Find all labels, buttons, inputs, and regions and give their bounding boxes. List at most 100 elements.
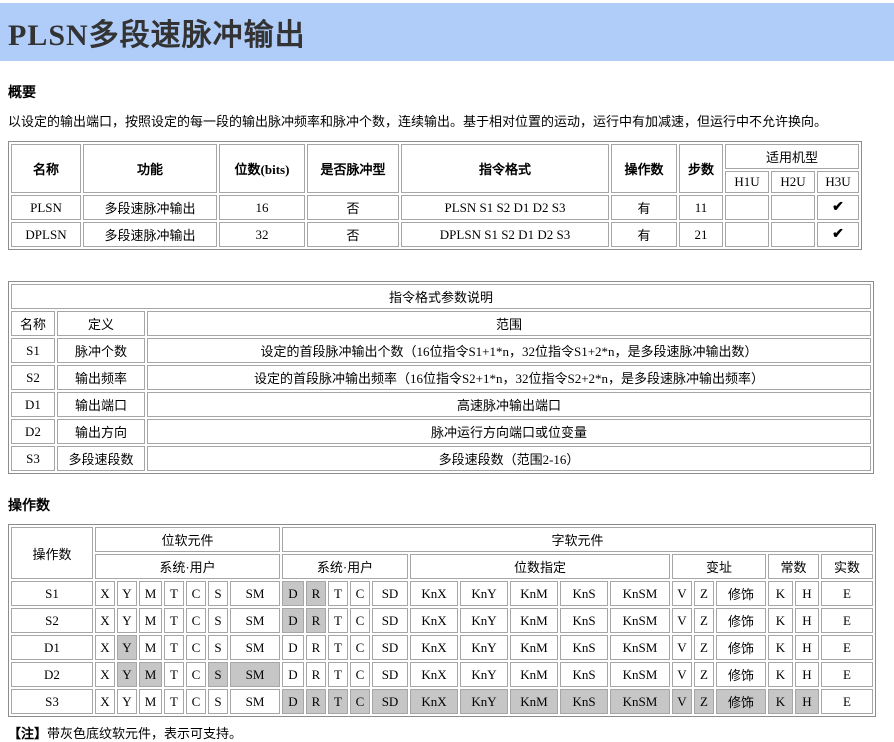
device-cell: Z	[694, 635, 714, 660]
device-cell: KnS	[560, 662, 608, 687]
overview-heading: 概要	[8, 82, 886, 102]
machine-support-cell	[725, 222, 769, 247]
column-header-pulse-type: 是否脉冲型	[307, 144, 399, 193]
device-cell: KnM	[510, 662, 558, 687]
column-header-definition: 定义	[57, 311, 145, 336]
device-cell: T	[164, 581, 184, 606]
device-cell: C	[186, 635, 206, 660]
instruction-cell: PLSN	[11, 195, 81, 220]
device-cell: M	[139, 689, 162, 714]
column-header-h1u: H1U	[725, 171, 769, 193]
device-cell: K	[768, 581, 793, 606]
device-cell: SM	[230, 581, 280, 606]
device-cell: KnSM	[610, 662, 670, 687]
param-row: S2输出频率设定的首段脉冲输出频率（16位指令S2+1*n，32位指令S2+2*…	[11, 365, 871, 390]
param-definition-cell: 多段速段数	[57, 446, 145, 471]
param-definition-cell: 输出端口	[57, 392, 145, 417]
device-cell: T	[164, 635, 184, 660]
device-cell: Y	[117, 689, 137, 714]
column-header-range: 范围	[147, 311, 871, 336]
device-cell: Y	[117, 635, 137, 660]
device-cell: Z	[694, 662, 714, 687]
device-cell: H	[795, 581, 819, 606]
device-cell: KnS	[560, 689, 608, 714]
device-cell: V	[672, 608, 692, 633]
device-cell: SM	[230, 689, 280, 714]
device-cell: SM	[230, 662, 280, 687]
instruction-cell: 有	[611, 195, 677, 220]
device-cell: SD	[372, 635, 408, 660]
param-row: S3多段速段数多段速段数（范围2-16）	[11, 446, 871, 471]
instruction-cell: 否	[307, 195, 399, 220]
device-cell: KnSM	[610, 581, 670, 606]
column-header-bits: 位数(bits)	[219, 144, 305, 193]
device-cell: KnS	[560, 635, 608, 660]
device-cell: V	[672, 635, 692, 660]
device-cell: M	[139, 662, 162, 687]
operand-row: S3XYMTCSSMDRTCSDKnXKnYKnMKnSKnSMVZ修饰KHE	[11, 689, 873, 714]
device-cell: V	[672, 689, 692, 714]
device-cell: C	[186, 662, 206, 687]
device-cell: D	[282, 689, 304, 714]
device-cell: X	[95, 662, 115, 687]
column-header-steps: 步数	[679, 144, 723, 193]
instruction-cell: 32	[219, 222, 305, 247]
subheader-system-user-word: 系统·用户	[282, 554, 408, 579]
footnote: 【注】带灰色底纹软元件，表示可支持。	[8, 723, 886, 742]
device-cell: KnS	[560, 608, 608, 633]
device-cell: KnY	[460, 608, 508, 633]
checkmark-icon: ✔	[817, 222, 859, 247]
device-cell: S	[208, 662, 228, 687]
device-cell: H	[795, 689, 819, 714]
param-range-cell: 脉冲运行方向端口或位变量	[147, 419, 871, 444]
device-cell: T	[328, 608, 348, 633]
param-range-cell: 设定的首段脉冲输出个数（16位指令S1+1*n，32位指令S1+2*n，是多段速…	[147, 338, 871, 363]
device-cell: S	[208, 608, 228, 633]
device-cell: T	[164, 608, 184, 633]
device-cell: KnY	[460, 635, 508, 660]
operand-row: S2XYMTCSSMDRTCSDKnXKnYKnMKnSKnSMVZ修饰KHE	[11, 608, 873, 633]
column-header-machines: 适用机型	[725, 144, 859, 169]
device-cell: R	[306, 608, 326, 633]
device-cell: KnX	[410, 662, 458, 687]
operand-heading: 操作数	[8, 495, 886, 515]
device-cell: M	[139, 608, 162, 633]
device-cell: T	[164, 662, 184, 687]
device-cell: KnM	[510, 581, 558, 606]
device-cell: C	[350, 581, 370, 606]
instruction-cell: 有	[611, 222, 677, 247]
operand-subgroup-header-row: 系统·用户 系统·用户 位数指定 变址 常数 实数	[11, 554, 873, 579]
device-cell: R	[306, 662, 326, 687]
operand-row: D2XYMTCSSMDRTCSDKnXKnYKnMKnSKnSMVZ修饰KHE	[11, 662, 873, 687]
device-cell: 修饰	[716, 635, 766, 660]
param-table-title: 指令格式参数说明	[11, 284, 871, 309]
operand-row-label: D2	[11, 662, 93, 687]
device-cell: S	[208, 581, 228, 606]
column-header-name: 名称	[11, 144, 81, 193]
device-cell: K	[768, 689, 793, 714]
subheader-indexing: 变址	[672, 554, 766, 579]
device-cell: M	[139, 635, 162, 660]
param-definition-cell: 脉冲个数	[57, 338, 145, 363]
param-row: S1脉冲个数设定的首段脉冲输出个数（16位指令S1+1*n，32位指令S1+2*…	[11, 338, 871, 363]
device-cell: Z	[694, 581, 714, 606]
device-cell: E	[821, 662, 873, 687]
operand-group-header-row: 操作数 位软元件 字软元件	[11, 527, 873, 552]
device-cell: Y	[117, 608, 137, 633]
device-cell: 修饰	[716, 662, 766, 687]
overview-text: 以设定的输出端口，按照设定的每一段的输出脉冲频率和脉冲个数，连续输出。基于相对位…	[8, 111, 886, 130]
footnote-text: 带灰色底纹软元件，表示可支持。	[47, 726, 242, 741]
instruction-cell: 否	[307, 222, 399, 247]
page-content: 概要 以设定的输出端口，按照设定的每一段的输出脉冲频率和脉冲个数，连续输出。基于…	[0, 82, 894, 742]
param-name-cell: D2	[11, 419, 55, 444]
device-cell: KnX	[410, 608, 458, 633]
device-cell: S	[208, 689, 228, 714]
column-header-h2u: H2U	[771, 171, 815, 193]
device-cell: R	[306, 635, 326, 660]
device-cell: X	[95, 608, 115, 633]
device-cell: M	[139, 581, 162, 606]
device-cell: SM	[230, 608, 280, 633]
device-cell: KnX	[410, 581, 458, 606]
device-cell: S	[208, 635, 228, 660]
param-row: D2输出方向脉冲运行方向端口或位变量	[11, 419, 871, 444]
